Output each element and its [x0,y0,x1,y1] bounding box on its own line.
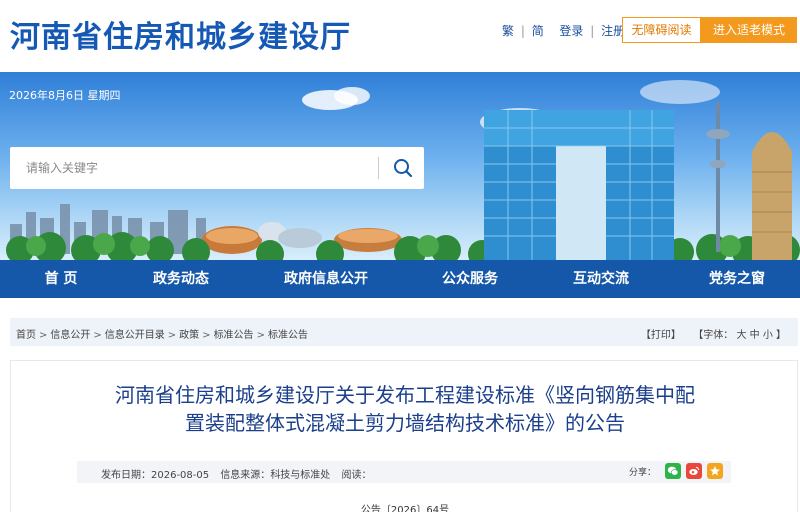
nav-item-party-affairs[interactable]: 党务之窗 [674,260,800,298]
breadcrumb-separator: > [39,330,48,341]
link-separator: | [590,24,595,38]
weibo-icon [689,466,700,475]
article-title: 河南省住房和城乡建设厅关于发布工程建设标准《竖向钢筋集中配 置装配整体式混凝土剪… [31,381,779,437]
article-title-line-2: 置装配整体式混凝土剪力墙结构技术标准》的公告 [185,411,625,435]
wechat-share-button[interactable] [665,463,681,479]
reads-label: 阅读： [341,470,372,481]
site-title: 河南省住房和城乡建设厅 [10,20,351,55]
nav-item-government-news[interactable]: 政务动态 [122,260,240,298]
main-nav: 首 页 政务动态 政府信息公开 公众服务 互动交流 党务之窗 [0,260,800,298]
font-size-close-bracket: 】 [776,330,786,341]
font-size-medium-button[interactable]: 中 [750,330,760,341]
header-links: 繁 | 简 登录 | 注册 [502,22,625,39]
source-label: 信息来源： [220,470,271,481]
print-button[interactable]: 【打印】 [641,330,681,341]
breadcrumb-separator: > [167,330,177,341]
article-title-line-1: 河南省住房和城乡建设厅关于发布工程建设标准《竖向钢筋集中配 [115,383,695,407]
breadcrumb-standard-notice[interactable]: 标准公告 [214,330,254,341]
wechat-icon [667,466,679,476]
traditional-chinese-link[interactable]: 繁 [502,24,514,38]
nav-item-home[interactable]: 首 页 [0,260,122,298]
nav-item-public-services[interactable]: 公众服务 [412,260,528,298]
breadcrumb-separator: > [93,330,102,341]
breadcrumb-policy[interactable]: 政策 [179,330,199,341]
font-size-label: 【字体： [693,330,734,341]
current-date: 2026年8月6日 星期四 [9,89,121,102]
breadcrumb-home[interactable]: 首页 [16,330,36,341]
search-icon [394,159,413,178]
search-button[interactable] [382,147,424,189]
breadcrumb-separator: > [256,330,265,341]
top-header: 河南省住房和城乡建设厅 繁 | 简 登录 | 注册 无障碍阅读 进入适老模式 [0,0,800,72]
share-label: 分享： [628,467,656,478]
breadcrumb-bar: 首页 > 信息公开 > 信息公开目录 > 政策 > 标准公告 > 标准公告 【打印】 【字体： 大 … [10,318,798,346]
breadcrumb-info-disclosure[interactable]: 信息公开 [50,330,90,341]
login-link[interactable]: 登录 [559,24,583,38]
search-input[interactable] [10,147,370,189]
link-separator: | [520,24,525,38]
elder-mode-button[interactable]: 进入适老模式 [701,17,797,43]
article-meta-bar: 发布日期：2026-08-05 信息来源：科技与标准处 阅读： 分享： [77,461,731,483]
favorite-icon [710,466,720,476]
announcement-number: 公告〔2026〕64号 [360,505,450,512]
search-box [10,147,424,189]
search-divider [378,157,379,179]
font-size-small-button[interactable]: 小 [763,330,773,341]
simplified-chinese-link[interactable]: 简 [532,24,544,38]
breadcrumb: 首页 > 信息公开 > 信息公开目录 > 政策 > 标准公告 > 标准公告 [16,326,308,341]
article-panel: 河南省住房和城乡建设厅关于发布工程建设标准《竖向钢筋集中配 置装配整体式混凝土剪… [10,360,798,512]
share-tools: 分享： [629,463,723,479]
publish-date-label: 发布日期： [101,470,151,481]
breadcrumb-current[interactable]: 标准公告 [268,330,308,341]
nav-item-information-disclosure[interactable]: 政府信息公开 [240,260,412,298]
favorite-button[interactable] [707,463,723,479]
breadcrumb-separator: > [202,330,211,341]
publish-date: 2026-08-05 [151,470,210,481]
nav-item-interaction[interactable]: 互动交流 [528,260,674,298]
page-tools: 【打印】 【字体： 大 中 小 】 [641,326,786,341]
banner: 2026年8月6日 星期四 [0,72,800,260]
breadcrumb-info-catalog[interactable]: 信息公开目录 [105,330,165,341]
source-value: 科技与标准处 [270,470,331,481]
font-size-large-button[interactable]: 大 [736,330,746,341]
article-meta: 发布日期：2026-08-05 信息来源：科技与标准处 阅读： [101,466,380,481]
weibo-share-button[interactable] [686,463,702,479]
accessible-reading-button[interactable]: 无障碍阅读 [622,17,701,43]
